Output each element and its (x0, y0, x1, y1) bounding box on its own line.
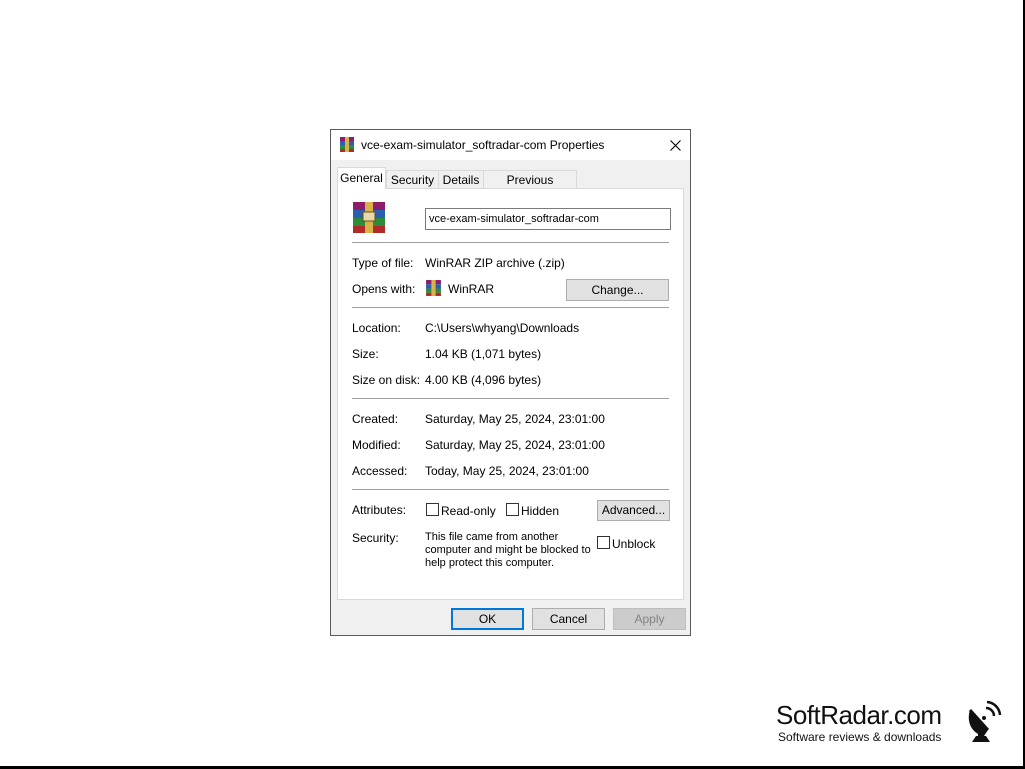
created-value: Saturday, May 25, 2024, 23:01:00 (425, 412, 605, 426)
unblock-label: Unblock (612, 537, 656, 551)
brand-tagline: Software reviews & downloads (778, 730, 942, 744)
close-icon (670, 139, 681, 151)
cancel-button[interactable]: Cancel (532, 608, 605, 630)
title-bar[interactable]: vce-exam-simulator_softradar-com Propert… (331, 130, 690, 160)
tab-details[interactable]: Details (438, 170, 484, 188)
size-value: 1.04 KB (1,071 bytes) (425, 347, 542, 361)
unblock-checkbox[interactable] (597, 536, 610, 549)
divider (352, 489, 669, 490)
security-warning-text: This file came from another computer and… (425, 531, 591, 569)
satellite-dish-icon (968, 700, 1002, 742)
opens-with-value: WinRAR (448, 282, 495, 296)
location-label: Location: (352, 321, 401, 335)
divider (352, 307, 669, 308)
size-on-disk-value: 4.00 KB (4,096 bytes) (425, 373, 542, 387)
divider (352, 398, 669, 399)
security-label: Security: (352, 531, 399, 545)
winrar-icon (426, 280, 441, 296)
opens-with-label: Opens with: (352, 282, 416, 296)
ok-button[interactable]: OK (451, 608, 524, 630)
size-label: Size: (352, 347, 379, 361)
file-name-input[interactable] (425, 208, 671, 230)
window-title: vce-exam-simulator_softradar-com Propert… (361, 138, 605, 152)
divider (352, 242, 669, 243)
advanced-button[interactable]: Advanced... (597, 500, 670, 521)
winrar-archive-icon (340, 137, 354, 152)
apply-button[interactable]: Apply (613, 608, 686, 630)
hidden-label: Hidden (521, 504, 560, 518)
general-panel: Type of file: WinRAR ZIP archive (.zip) … (337, 188, 684, 600)
tab-general[interactable]: General (337, 167, 386, 189)
location-value: C:\Users\whyang\Downloads (425, 321, 580, 335)
hidden-checkbox[interactable] (506, 503, 519, 516)
tab-security[interactable]: Security (386, 170, 439, 188)
created-label: Created: (352, 412, 399, 426)
brand-name: SoftRadar.com (776, 700, 942, 730)
change-button[interactable]: Change... (566, 279, 669, 301)
type-of-file-value: WinRAR ZIP archive (.zip) (425, 256, 565, 270)
modified-label: Modified: (352, 438, 401, 452)
properties-dialog: vce-exam-simulator_softradar-com Propert… (330, 129, 691, 636)
read-only-label: Read-only (441, 504, 496, 518)
attributes-label: Attributes: (352, 503, 407, 517)
read-only-checkbox[interactable] (426, 503, 439, 516)
accessed-label: Accessed: (352, 464, 408, 478)
modified-value: Saturday, May 25, 2024, 23:01:00 (425, 438, 605, 452)
accessed-value: Today, May 25, 2024, 23:01:00 (425, 464, 589, 478)
winrar-archive-icon (353, 202, 385, 233)
size-on-disk-label: Size on disk: (352, 373, 421, 387)
type-of-file-label: Type of file: (352, 256, 414, 270)
close-button[interactable] (661, 131, 690, 159)
tab-previous-versions[interactable]: Previous Versions (483, 170, 577, 205)
